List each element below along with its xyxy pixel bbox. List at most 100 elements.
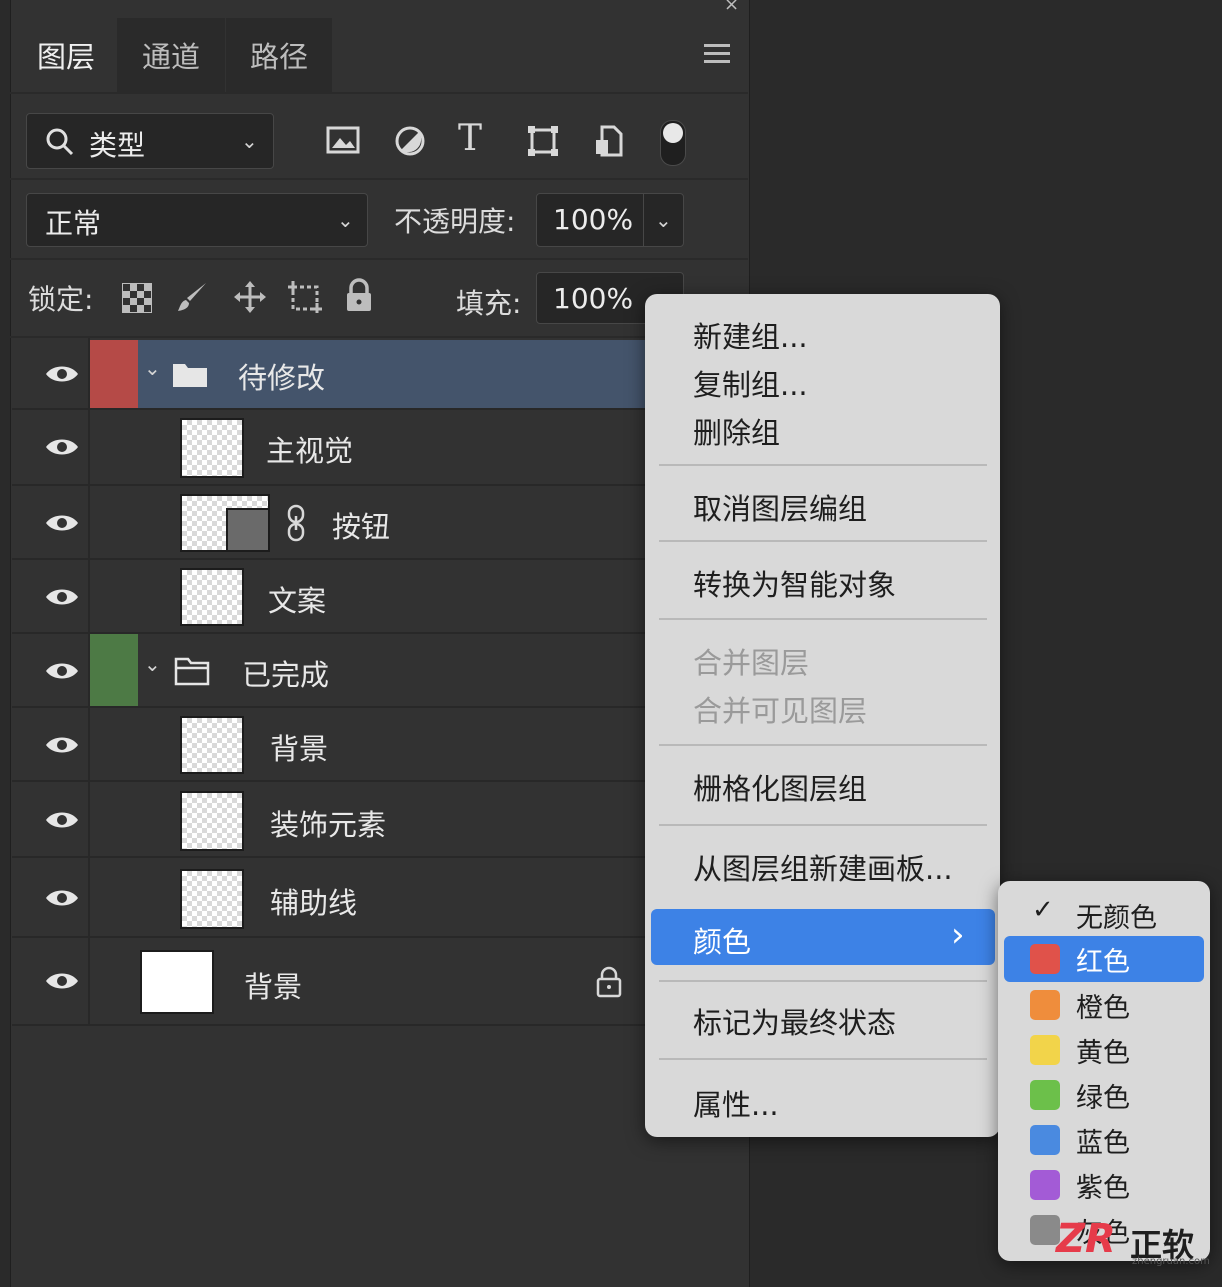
layer-row-group-pending[interactable]: ⌄ 待修改 [12,340,646,410]
filter-shape-icon[interactable] [526,124,560,158]
eye-icon[interactable] [44,810,80,830]
color-swatch [1030,1080,1060,1110]
chevron-down-icon[interactable]: ⌄ [144,652,161,676]
lock-all-icon[interactable] [344,278,374,314]
layer-name: 文案 [268,584,327,618]
layer-name: 背景 [270,732,329,766]
layer-thumbnail [180,418,244,478]
layer-name: 背景 [244,970,303,1004]
tab-layers[interactable]: 图层 [16,18,116,92]
submenu-item-label: 黄色 [1076,1038,1130,1069]
opacity-value: 100% [553,203,634,236]
lock-artboard-icon[interactable] [286,279,324,315]
submenu-item-red[interactable]: 红色 [1004,936,1204,982]
mask-thumbnail[interactable] [226,508,270,552]
chevron-down-icon: ⌄ [337,208,354,232]
layer-color-tag [90,340,138,408]
filter-label: 类型 [89,129,146,162]
layer-name: 主视觉 [266,434,354,468]
submenu-item-orange[interactable]: 橙色 [998,982,1210,1028]
lock-transparent-icon[interactable] [122,283,152,313]
folder-open-icon [174,657,210,686]
watermark-url: zhengruan.com [1132,1256,1210,1267]
menu-item-properties[interactable]: 属性... [693,1082,779,1124]
layer-name: 已完成 [242,658,330,692]
submenu-item-label: 紫色 [1076,1173,1130,1204]
toggle-knob [663,123,683,143]
lock-paint-brush-icon[interactable] [176,280,210,314]
chevron-down-icon[interactable]: ⌄ [144,356,161,380]
menu-item-color[interactable]: 颜色 › [651,909,995,965]
filter-smart-object-icon[interactable] [594,124,624,158]
filter-type-select[interactable]: 类型 ⌄ [26,113,274,169]
eye-icon[interactable] [44,735,80,755]
layer-row[interactable]: 文案 [12,560,646,634]
submenu-item-green[interactable]: 绿色 [998,1072,1210,1118]
menu-item-merge-layers: 合并图层 [693,646,810,680]
submenu-item-no-color[interactable]: ✓ 无颜色 [998,891,1210,937]
eye-icon[interactable] [44,661,80,681]
opacity-label: 不透明度: [394,205,516,238]
filter-toggle[interactable] [660,120,686,166]
eye-icon[interactable] [44,888,80,908]
submenu-item-yellow[interactable]: 黄色 [998,1027,1210,1073]
close-icon[interactable]: × [724,0,739,15]
menu-item-mark-final[interactable]: 标记为最终状态 [693,1000,896,1042]
submenu-item-blue[interactable]: 蓝色 [998,1117,1210,1163]
layer-name: 待修改 [238,361,326,395]
panel-menu-icon[interactable] [704,44,730,68]
blend-mode-select[interactable]: 正常 ⌄ [26,193,368,247]
layer-row[interactable]: 背景 [12,708,646,782]
eye-icon[interactable] [44,437,80,457]
eye-icon[interactable] [44,971,80,991]
layer-name: 按钮 [332,510,391,544]
menu-item-delete-group[interactable]: 删除组 [693,410,780,452]
zr-logo-mark: ZR [1056,1216,1116,1262]
layer-color-tag [90,634,138,706]
layer-row[interactable]: 按钮 [12,486,646,560]
menu-item-convert-smart-object[interactable]: 转换为智能对象 [693,562,896,604]
layer-row-group-done[interactable]: ⌄ 已完成 [12,634,646,708]
lock-move-icon[interactable] [232,279,268,315]
filter-type-icon[interactable]: T [458,118,482,159]
filter-pixel-icon[interactable] [326,125,360,155]
selected-highlight [138,340,646,408]
search-icon [46,128,74,156]
tab-label: 图层 [36,40,95,74]
submenu-item-label: 橙色 [1076,993,1130,1024]
eye-icon[interactable] [44,587,80,607]
tab-channels[interactable]: 通道 [117,18,225,92]
link-icon[interactable] [286,504,306,542]
eye-icon[interactable] [44,513,80,533]
layer-row[interactable]: 辅助线 [12,858,646,938]
lock-icon[interactable] [596,966,622,998]
layer-row[interactable]: 装饰元素 [12,782,646,858]
watermark-logo: ZR 正软 zhengruan.com [1056,1216,1216,1272]
layer-thumbnail [180,716,244,774]
color-submenu: ✓ 无颜色 红色 橙色 黄色 绿色 蓝色 紫色 灰色 [998,881,1210,1261]
tab-paths[interactable]: 路径 [226,18,332,92]
submenu-item-purple[interactable]: 紫色 [998,1162,1210,1208]
layer-row-background[interactable]: 背景 [12,938,646,1026]
menu-item-new-group[interactable]: 新建组... [693,314,808,356]
layer-thumbnail [180,568,244,626]
fill-label: 填充: [456,287,522,320]
chevron-down-icon: ⌄ [241,129,258,153]
eye-icon[interactable] [44,364,80,384]
layer-thumbnail [180,869,244,929]
color-swatch [1030,990,1060,1020]
menu-item-rasterize-group[interactable]: 栅格化图层组 [693,766,867,808]
menu-item-duplicate-group[interactable]: 复制组... [693,362,808,404]
submenu-item-label: 蓝色 [1076,1128,1130,1159]
menu-item-ungroup-layers[interactable]: 取消图层编组 [693,486,867,528]
menu-item-artboard-from-group[interactable]: 从图层组新建画板... [693,846,953,888]
opacity-input[interactable]: 100% ⌄ [536,193,684,247]
layer-thumbnail [180,791,244,851]
color-swatch [1030,944,1060,974]
layer-row[interactable]: 主视觉 [12,410,646,486]
folder-icon [173,364,207,387]
filter-adjustment-icon[interactable] [394,125,426,157]
chevron-down-icon[interactable]: ⌄ [655,208,672,232]
layer-name: 辅助线 [270,886,358,920]
layer-name: 装饰元素 [270,808,387,842]
